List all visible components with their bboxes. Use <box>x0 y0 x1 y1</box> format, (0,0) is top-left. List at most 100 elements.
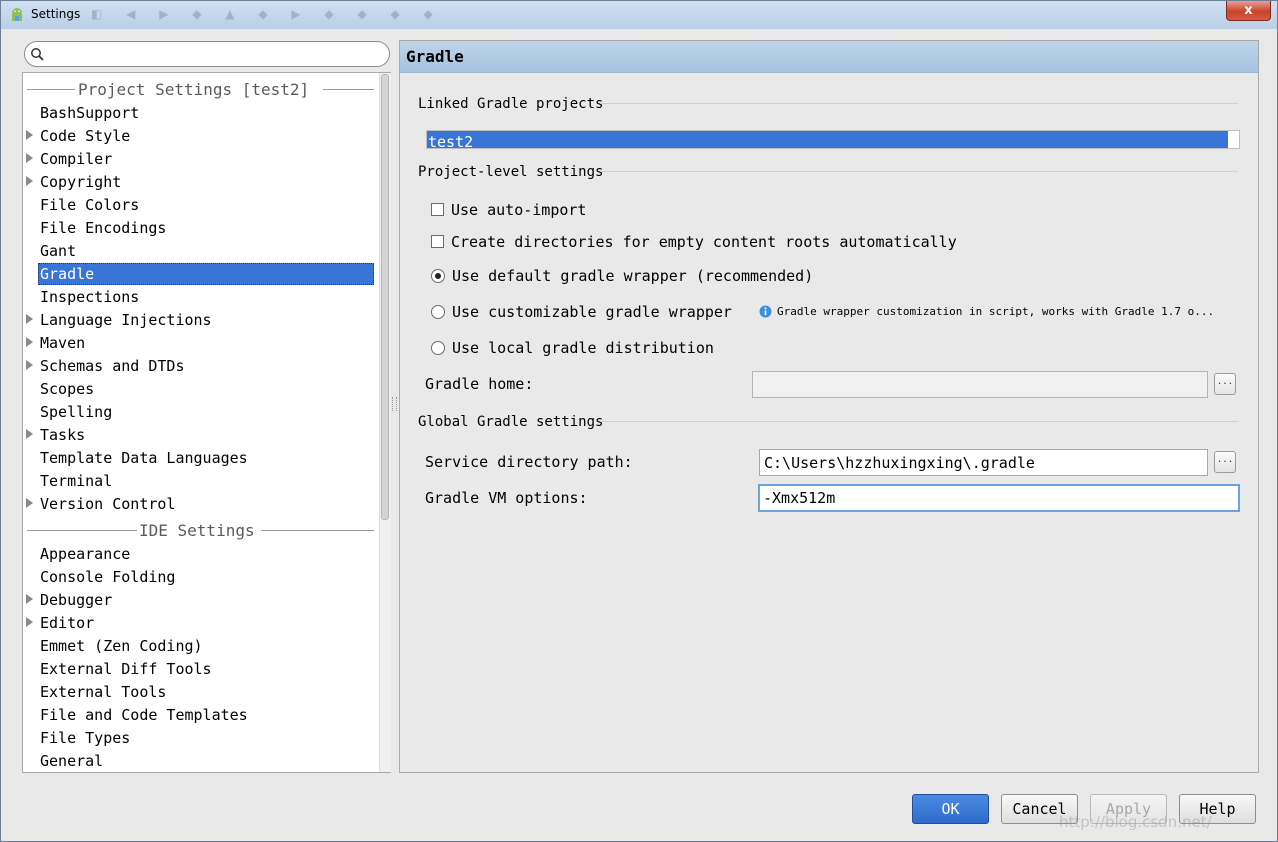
tree-item-label: Spelling <box>40 403 113 421</box>
gradle-home-field[interactable] <box>752 371 1208 398</box>
tree-item-label: Editor <box>40 614 95 632</box>
tree-item-label: Console Folding <box>40 568 176 586</box>
tree-item-file-encodings[interactable]: File Encodings <box>38 217 374 239</box>
service-directory-field[interactable] <box>759 449 1208 476</box>
ide-settings-group-header: IDE Settings <box>23 519 375 541</box>
ok-button[interactable]: OK <box>912 794 989 824</box>
tree-item-schemas-and-dtds[interactable]: Schemas and DTDs <box>26 355 374 377</box>
tree-item-label: Schemas and DTDs <box>40 357 185 375</box>
tree-item-label: File Types <box>40 729 131 747</box>
tree-item-label: Copyright <box>40 173 122 191</box>
tree-item-copyright[interactable]: Copyright <box>26 171 374 193</box>
customizable-wrapper-radio[interactable] <box>431 305 445 319</box>
linked-projects-list[interactable]: test2 <box>426 130 1240 149</box>
expand-arrow-icon[interactable] <box>26 314 33 324</box>
tree-item-label: Gradle <box>40 265 95 283</box>
section-divider <box>600 103 1238 104</box>
tree-item-file-and-code-templates[interactable]: File and Code Templates <box>38 704 374 726</box>
tree-item-editor[interactable]: Editor <box>26 612 374 634</box>
project-level-section-title: Project-level settings <box>418 164 604 180</box>
tree-item-terminal[interactable]: Terminal <box>38 470 374 492</box>
tree-item-label: Appearance <box>40 545 131 563</box>
service-directory-label: Service directory path: <box>425 453 633 471</box>
tree-item-label: Language Injections <box>40 311 212 329</box>
tree-item-file-colors[interactable]: File Colors <box>38 194 374 216</box>
tree-item-code-style[interactable]: Code Style <box>26 125 374 147</box>
service-directory-browse-button[interactable]: ... <box>1214 451 1236 473</box>
expand-arrow-icon[interactable] <box>26 176 33 186</box>
title-bar[interactable]: Settings ◧ ◀ ▶ ◆ ▲ ◆ ▶ ◆ ◆ ◆ ◆ x <box>1 1 1277 29</box>
vm-options-field[interactable] <box>758 484 1240 512</box>
create-directories-label[interactable]: Create directories for empty content roo… <box>451 233 957 251</box>
auto-import-checkbox[interactable] <box>431 203 444 216</box>
tree-item-gant[interactable]: Gant <box>38 240 374 262</box>
close-button[interactable]: x <box>1226 1 1271 21</box>
tree-item-external-tools[interactable]: External Tools <box>38 681 374 703</box>
tree-item-label: File and Code Templates <box>40 706 248 724</box>
background-toolbar-icons: ◧ ◀ ▶ ◆ ▲ ◆ ▶ ◆ ◆ ◆ ◆ <box>91 7 443 21</box>
auto-import-label[interactable]: Use auto-import <box>451 201 586 219</box>
splitter-handle[interactable] <box>392 397 397 411</box>
tree-item-label: Debugger <box>40 591 113 609</box>
watermark: http://blog.csdn.net/ <box>1059 813 1212 831</box>
tree-item-appearance[interactable]: Appearance <box>38 543 374 565</box>
local-distribution-radio[interactable] <box>431 341 445 355</box>
group-divider <box>323 89 374 90</box>
expand-arrow-icon[interactable] <box>26 429 33 439</box>
tree-item-label: Inspections <box>40 288 140 306</box>
default-wrapper-radio[interactable] <box>431 269 445 283</box>
expand-arrow-icon[interactable] <box>26 617 33 627</box>
tree-item-label: File Encodings <box>40 219 167 237</box>
settings-search-box[interactable] <box>24 41 390 67</box>
tree-item-external-diff-tools[interactable]: External Diff Tools <box>38 658 374 680</box>
tree-item-file-types[interactable]: File Types <box>38 727 374 749</box>
tree-item-label: Version Control <box>40 495 176 513</box>
tree-item-label: BashSupport <box>40 104 140 122</box>
tree-item-label: Gant <box>40 242 77 260</box>
expand-arrow-icon[interactable] <box>26 153 33 163</box>
gradle-home-label: Gradle home: <box>425 375 534 393</box>
tree-item-compiler[interactable]: Compiler <box>26 148 374 170</box>
default-wrapper-label[interactable]: Use default gradle wrapper (recommended) <box>452 267 813 285</box>
create-directories-checkbox[interactable] <box>431 235 444 248</box>
expand-arrow-icon[interactable] <box>26 360 33 370</box>
tree-item-label: General <box>40 752 104 770</box>
tree-item-emmet-zen-coding[interactable]: Emmet (Zen Coding) <box>38 635 374 657</box>
tree-item-maven[interactable]: Maven <box>26 332 374 354</box>
tree-item-language-injections[interactable]: Language Injections <box>26 309 374 331</box>
section-divider <box>600 171 1238 172</box>
search-input[interactable] <box>47 45 381 65</box>
expand-arrow-icon[interactable] <box>26 594 33 604</box>
tree-item-label: Compiler <box>40 150 113 168</box>
tree-item-template-data-languages[interactable]: Template Data Languages <box>38 447 374 469</box>
gradle-home-browse-button[interactable]: ... <box>1214 373 1236 395</box>
global-settings-section-title: Global Gradle settings <box>418 414 604 430</box>
tree-item-version-control[interactable]: Version Control <box>26 493 374 515</box>
tree-item-label: Code Style <box>40 127 131 145</box>
tree-item-bashsupport[interactable]: BashSupport <box>38 102 374 124</box>
tree-scrollbar-thumb[interactable] <box>381 74 389 520</box>
info-icon <box>759 305 772 318</box>
project-settings-group-header: Project Settings [test2] <box>23 78 375 100</box>
local-distribution-label[interactable]: Use local gradle distribution <box>452 339 714 357</box>
settings-window: Settings ◧ ◀ ▶ ◆ ▲ ◆ ▶ ◆ ◆ ◆ ◆ x Project… <box>0 0 1278 842</box>
tree-item-scopes[interactable]: Scopes <box>38 378 374 400</box>
group-divider <box>27 530 137 531</box>
expand-arrow-icon[interactable] <box>26 498 33 508</box>
tree-item-spelling[interactable]: Spelling <box>38 401 374 423</box>
linked-project-item[interactable]: test2 <box>427 131 1228 148</box>
tree-item-console-folding[interactable]: Console Folding <box>38 566 374 588</box>
tree-item-gradle[interactable]: Gradle <box>38 263 374 285</box>
tree-item-inspections[interactable]: Inspections <box>38 286 374 308</box>
expand-arrow-icon[interactable] <box>26 130 33 140</box>
window-title: Settings <box>31 7 81 21</box>
wrapper-customization-hint: Gradle wrapper customization in script, … <box>777 305 1215 318</box>
customizable-wrapper-label[interactable]: Use customizable gradle wrapper <box>452 303 732 321</box>
tree-item-tasks[interactable]: Tasks <box>26 424 374 446</box>
group-divider <box>27 89 75 90</box>
expand-arrow-icon[interactable] <box>26 337 33 347</box>
tree-item-general[interactable]: General <box>38 750 374 772</box>
tree-item-label: Terminal <box>40 472 113 490</box>
tree-item-debugger[interactable]: Debugger <box>26 589 374 611</box>
tree-item-label: File Colors <box>40 196 140 214</box>
